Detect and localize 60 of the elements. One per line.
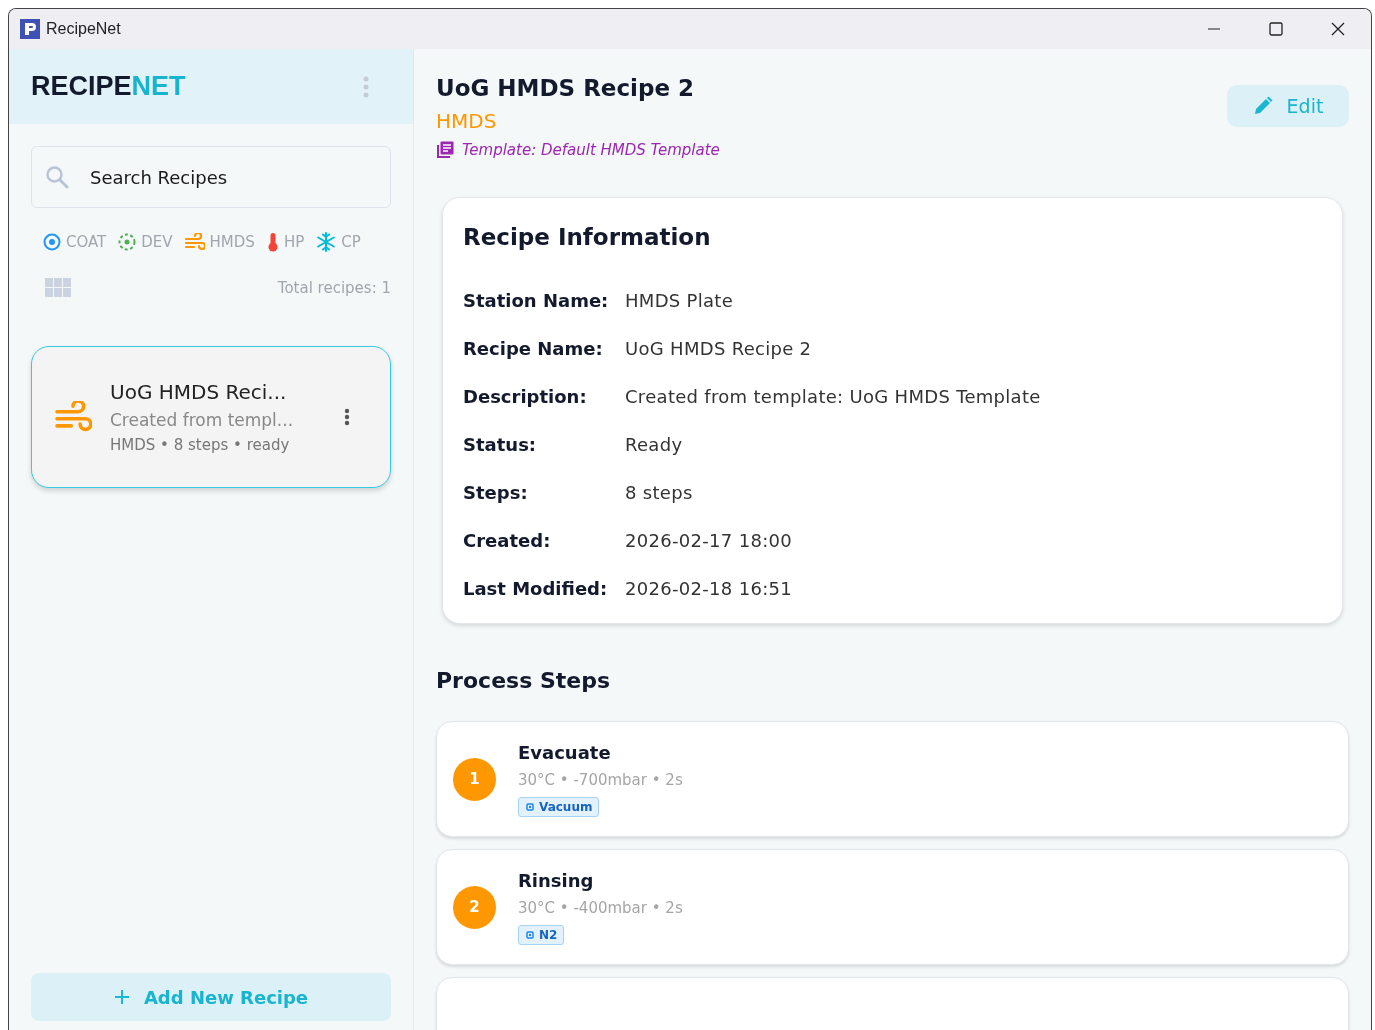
brand-logo: RECIPENET	[31, 71, 186, 102]
step-number-badge: 2	[453, 885, 496, 929]
thermometer-icon	[266, 232, 279, 252]
edit-button[interactable]: Edit	[1227, 85, 1349, 127]
target-icon	[43, 233, 61, 251]
chip-icon	[525, 801, 535, 812]
field-label: Status:	[463, 434, 538, 455]
window-title: RecipeNet	[46, 20, 121, 38]
field-label: Last Modified:	[463, 578, 609, 599]
filter-chip[interactable]: HP	[266, 232, 305, 252]
field-label: Recipe Name:	[463, 338, 604, 359]
step-card[interactable]: 1 Evacuate 30°C • -700mbar • 2s Vacuum	[436, 721, 1349, 837]
card-heading: Recipe Information	[463, 224, 712, 250]
library-books-icon	[436, 141, 454, 159]
template-label: Template: Default HMDS Template	[462, 141, 720, 159]
field-value: HMDS Plate	[625, 290, 735, 311]
close-icon[interactable]	[1331, 22, 1345, 36]
field-value: 2026-02-18 16:51	[625, 578, 793, 599]
filter-chip[interactable]: CP	[316, 232, 361, 252]
step-name: Evacuate	[518, 741, 612, 763]
filter-chip[interactable]: HMDS	[184, 232, 255, 252]
recipe-description: Created from templ...	[110, 410, 295, 430]
add-recipe-button[interactable]: Add New Recipe	[31, 973, 391, 1021]
app-logo-icon	[20, 19, 40, 39]
step-parameters: 30°C • -400mbar • 2s	[518, 898, 683, 917]
field-value: 2026-02-17 18:00	[625, 530, 793, 551]
pencil-icon	[1252, 96, 1273, 116]
maximize-icon[interactable]	[1269, 22, 1283, 36]
total-recipes-count: Total recipes: 1	[277, 279, 391, 297]
filter-chip[interactable]: COAT	[43, 232, 107, 252]
gas-tag: N2	[518, 924, 565, 945]
recipe-heading: UoG HMDS Recipe 2	[436, 75, 696, 101]
dashed-circle-icon	[118, 233, 137, 251]
recipe-card[interactable]: UoG HMDS Reci... Created from templ... HMDS • 8 steps • ready	[31, 346, 391, 488]
gas-tag: Vacuum	[518, 796, 600, 817]
snowflake-icon	[316, 232, 337, 252]
field-value: 8 steps	[625, 482, 694, 503]
field-label: Created:	[463, 530, 552, 551]
field-value: UoG HMDS Recipe 2	[625, 338, 813, 359]
recipe-title: UoG HMDS Reci...	[110, 380, 288, 404]
field-value: Ready	[625, 434, 684, 455]
field-label: Steps:	[463, 482, 529, 503]
section-heading: Process Steps	[436, 668, 612, 693]
plus-icon	[113, 989, 130, 1005]
recipe-meta: HMDS • 8 steps • ready	[110, 436, 291, 454]
station-type-label: HMDS	[436, 109, 498, 133]
step-card[interactable]: 2 Rinsing 30°C • -400mbar • 2s N2	[436, 849, 1349, 965]
search-icon	[45, 165, 69, 189]
wind-icon	[184, 233, 205, 251]
filter-chip[interactable]: DEV	[118, 232, 173, 252]
step-number-badge: 1	[453, 757, 496, 801]
more-options-icon[interactable]	[344, 408, 350, 426]
field-value: Created from template: UoG HMDS Template	[625, 386, 1042, 407]
chip-icon	[525, 929, 535, 940]
step-parameters: 30°C • -700mbar • 2s	[518, 770, 683, 789]
step-name: Rinsing	[518, 869, 595, 891]
field-label: Station Name:	[463, 290, 610, 311]
search-field[interactable]: Search Recipes	[31, 146, 391, 208]
wind-icon	[54, 401, 92, 433]
field-label: Description:	[463, 386, 588, 407]
